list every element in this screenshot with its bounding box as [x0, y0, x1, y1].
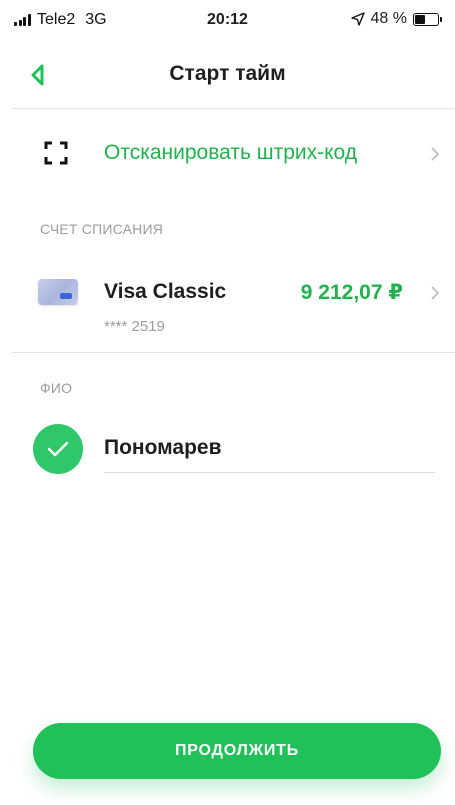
battery-level: [415, 14, 425, 24]
full-name-input[interactable]: [104, 436, 434, 460]
continue-button[interactable]: ПРОДОЛЖИТЬ: [33, 723, 441, 779]
status-bar: Tele2 3G 20:12 48 %: [0, 0, 455, 40]
checkmark-icon: [33, 424, 83, 474]
navigation-header: Старт тайм: [0, 48, 455, 104]
account-selector[interactable]: Visa Classic 9 212,07 ₽ **** 2519: [0, 272, 455, 338]
scan-frame-icon: [44, 141, 68, 165]
card-chip: [60, 293, 72, 299]
account-number: **** 2519: [104, 318, 165, 335]
account-section-label: СЧЕТ СПИСАНИЯ: [40, 221, 164, 237]
chevron-right-icon: [431, 286, 440, 300]
header-divider: [12, 108, 455, 109]
battery-percent: 48 %: [370, 10, 407, 27]
chevron-right-icon: [431, 147, 440, 161]
account-divider: [12, 352, 455, 353]
battery-icon: [413, 12, 442, 26]
scan-barcode-label: Отсканировать штрих-код: [104, 141, 358, 164]
full-name-underline: [104, 472, 435, 473]
card-icon: [38, 279, 78, 305]
location-arrow-icon: [350, 12, 365, 26]
scan-barcode-button[interactable]: Отсканировать штрих-код: [0, 128, 455, 178]
page-title: Старт тайм: [169, 62, 286, 85]
name-section-label: ФИО: [40, 380, 73, 396]
checkmark-glyph: [47, 441, 69, 457]
status-bar-right: 48 %: [350, 10, 442, 28]
account-name: Visa Classic: [104, 280, 227, 303]
account-balance: 9 212,07 ₽: [300, 281, 403, 304]
